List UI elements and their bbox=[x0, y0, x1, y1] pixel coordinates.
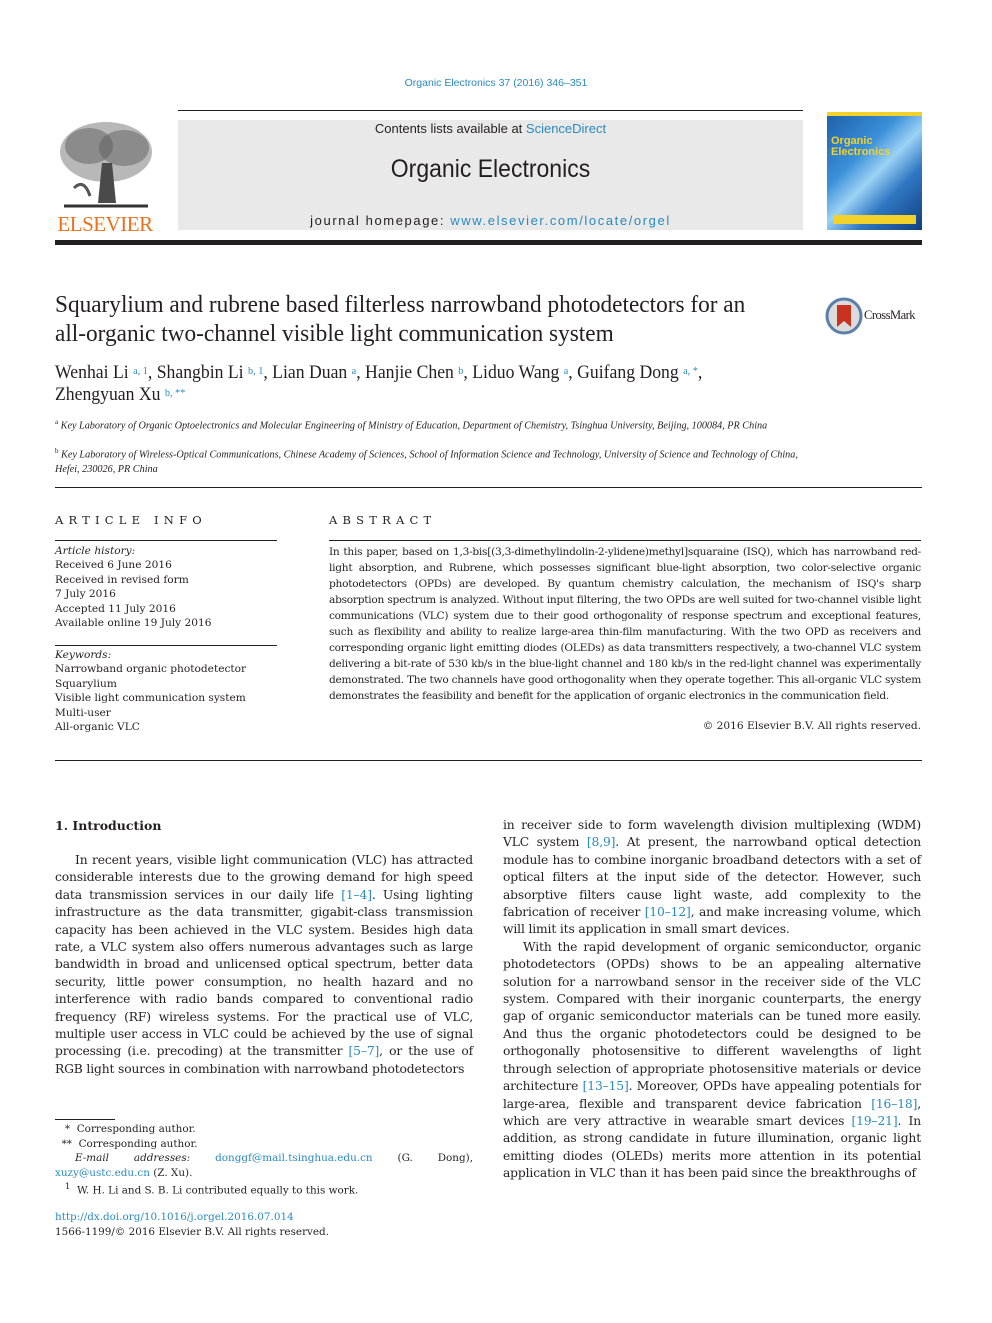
abstract-heading: ABSTRACT bbox=[329, 513, 437, 527]
footnote-corresponding-1: * Corresponding author. bbox=[64, 1123, 196, 1135]
issn-copyright: 1566-1199/© 2016 Elsevier B.V. All right… bbox=[55, 1225, 330, 1238]
keyword: Multi-user bbox=[55, 706, 111, 719]
cover-title: Organic Electronics bbox=[831, 135, 891, 158]
section-rule bbox=[55, 760, 922, 761]
author[interactable]: Lian Duan bbox=[272, 362, 347, 383]
author-affil-mark[interactable]: a bbox=[564, 365, 569, 377]
footnote-equal-contribution: 1 W. H. Li and S. B. Li contributed equa… bbox=[64, 1182, 359, 1197]
journal-cover-image[interactable]: Organic Electronics bbox=[827, 112, 922, 230]
abstract-text: In this paper, based on 1,3-bis[(3,3-dim… bbox=[329, 546, 921, 702]
author[interactable]: Hanjie Chen bbox=[365, 362, 454, 383]
keyword: Visible light communication system bbox=[55, 692, 246, 705]
reference-link[interactable]: [5–7] bbox=[349, 1044, 380, 1058]
reference-link[interactable]: [10–12] bbox=[645, 905, 691, 919]
cover-bottom-bar bbox=[833, 215, 916, 224]
sciencedirect-link[interactable]: ScienceDirect bbox=[526, 121, 606, 136]
reference-link[interactable]: [8,9] bbox=[587, 835, 616, 849]
author[interactable]: Zhengyuan Xu bbox=[55, 384, 161, 405]
paragraph: in receiver side to form wavelength divi… bbox=[503, 818, 921, 937]
email-link[interactable]: donggf@mail.tsinghua.edu.cn bbox=[215, 1152, 373, 1164]
article-title: Squarylium and rubrene based filterless … bbox=[55, 291, 746, 347]
reference-link[interactable]: [1–4] bbox=[341, 888, 372, 902]
author-affil-mark[interactable]: b, ** bbox=[165, 387, 185, 399]
article-info-rule bbox=[55, 540, 277, 541]
history-item: Available online 19 July 2016 bbox=[55, 617, 212, 630]
keywords-label: Keywords: bbox=[55, 649, 112, 661]
homepage-link[interactable]: www.elsevier.com/locate/orgel bbox=[450, 213, 671, 228]
author-affil-mark[interactable]: a, 1 bbox=[133, 365, 148, 377]
author-affil-mark[interactable]: b bbox=[458, 365, 463, 377]
keyword: All-organic VLC bbox=[55, 721, 140, 734]
footnote-rule bbox=[55, 1119, 115, 1120]
paragraph: In recent years, visible light communica… bbox=[55, 853, 473, 1076]
reference-link[interactable]: [19–21] bbox=[852, 1114, 898, 1128]
abstract-rule bbox=[329, 540, 921, 541]
author[interactable]: Guifang Dong bbox=[577, 362, 679, 383]
author-affil-mark[interactable]: a, * bbox=[683, 365, 698, 377]
author[interactable]: Shangbin Li bbox=[157, 362, 244, 383]
footnote-emails: E-mail addresses: donggf@mail.tsinghua.e… bbox=[55, 1152, 473, 1179]
doi-link[interactable]: http://dx.doi.org/10.1016/j.orgel.2016.0… bbox=[55, 1211, 294, 1223]
history-item: 7 July 2016 bbox=[55, 588, 116, 601]
homepage-line: journal homepage: www.elsevier.com/locat… bbox=[178, 213, 803, 228]
journal-name: Organic Electronics bbox=[390, 155, 591, 183]
affiliation-a: a Key Laboratory of Organic Optoelectron… bbox=[55, 418, 768, 432]
history-item: Received 6 June 2016 bbox=[55, 559, 172, 572]
article-info-heading: ARTICLE INFO bbox=[55, 513, 207, 527]
author[interactable]: Wenhai Li bbox=[55, 362, 129, 383]
right-column: in receiver side to form wavelength divi… bbox=[503, 817, 921, 1183]
left-column: In recent years, visible light communica… bbox=[55, 852, 473, 1078]
author[interactable]: Liduo Wang bbox=[472, 362, 559, 383]
crossmark-label[interactable]: CrossMark bbox=[864, 308, 916, 323]
footnotes: * Corresponding author. ** Corresponding… bbox=[55, 1122, 473, 1198]
contents-prefix: Contents lists available at bbox=[374, 121, 526, 136]
author-list: Wenhai Li a, 1, Shangbin Li b, 1, Lian D… bbox=[55, 362, 703, 405]
header-rule bbox=[178, 110, 803, 111]
history-item: Received in revised form bbox=[55, 573, 189, 586]
paragraph: With the rapid development of organic se… bbox=[503, 939, 921, 1181]
doi-block: http://dx.doi.org/10.1016/j.orgel.2016.0… bbox=[55, 1210, 473, 1239]
history-label: Article history: bbox=[55, 545, 136, 557]
introduction-heading: 1. Introduction bbox=[55, 818, 162, 833]
contents-line: Contents lists available at ScienceDirec… bbox=[178, 121, 803, 136]
elsevier-wordmark: ELSEVIER bbox=[57, 212, 153, 236]
affiliation-b: b Key Laboratory of Wireless-Optical Com… bbox=[55, 447, 798, 475]
email-link[interactable]: xuzy@ustc.edu.cn bbox=[55, 1167, 150, 1179]
author-affil-mark[interactable]: b, 1 bbox=[248, 365, 263, 377]
article-history: Article history: Received 6 June 2016 Re… bbox=[55, 544, 277, 630]
history-item: Accepted 11 July 2016 bbox=[55, 602, 176, 615]
abstract-copyright: © 2016 Elsevier B.V. All rights reserved… bbox=[702, 720, 921, 732]
footnote-corresponding-2: ** Corresponding author. bbox=[61, 1137, 198, 1150]
reference-link[interactable]: [16–18] bbox=[871, 1097, 917, 1111]
homepage-prefix: journal homepage: bbox=[310, 213, 451, 228]
keywords: Keywords: Narrowband organic photodetect… bbox=[55, 648, 277, 734]
keyword: Narrowband organic photodetector bbox=[55, 663, 247, 676]
header-thick-rule bbox=[55, 240, 922, 245]
section-rule bbox=[55, 487, 922, 488]
cover-top-bar bbox=[827, 112, 922, 116]
author-affil-mark[interactable]: a bbox=[352, 365, 357, 377]
crossmark-icon bbox=[825, 297, 863, 335]
journal-citation[interactable]: Organic Electronics 37 (2016) 346–351 bbox=[0, 77, 992, 89]
keywords-rule bbox=[55, 645, 277, 646]
reference-link[interactable]: [13–15] bbox=[583, 1079, 629, 1093]
keyword: Squarylium bbox=[55, 677, 117, 690]
